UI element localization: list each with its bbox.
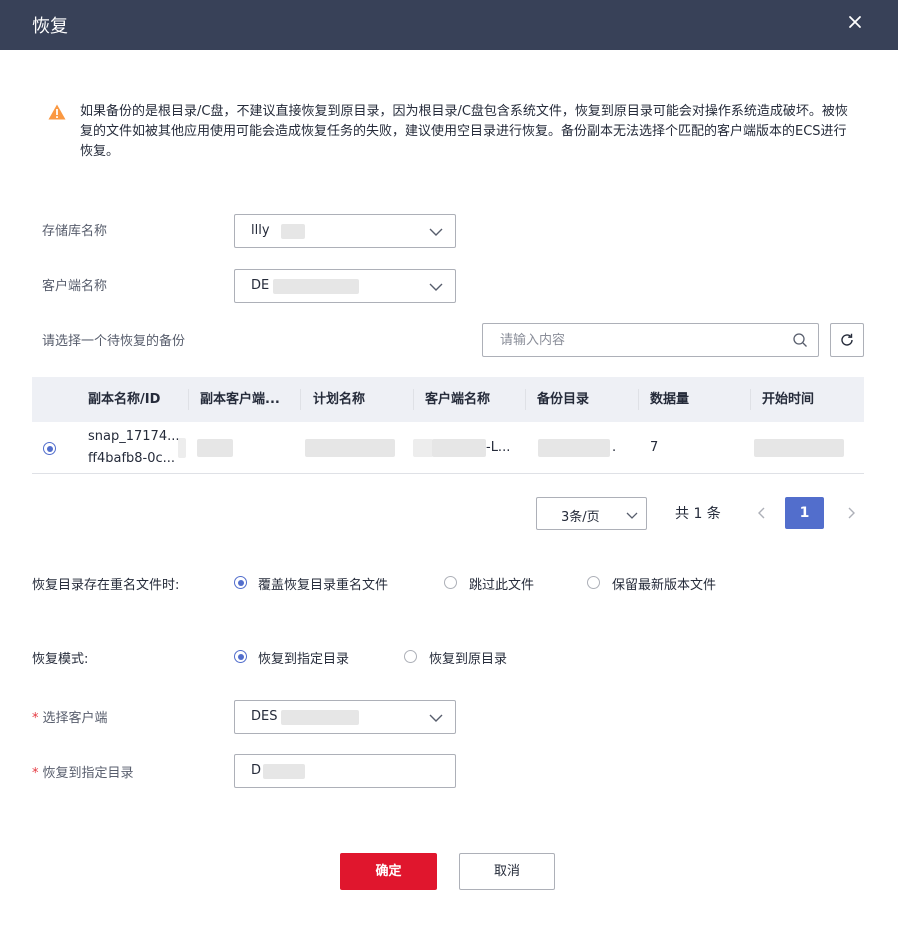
- table-header: 副本名称/ID 副本客户端... 计划名称 客户端名称 备份目录 数据量 开始时…: [32, 377, 864, 422]
- client-label: 客户端名称: [42, 279, 108, 294]
- cancel-button[interactable]: 取消: [459, 853, 555, 890]
- search-box: [482, 323, 819, 357]
- target-client-label: * 选择客户端: [32, 707, 108, 726]
- redacted-mask: [281, 224, 305, 239]
- column-header: 备份目录: [537, 392, 590, 407]
- warning-icon: [48, 104, 66, 120]
- row-radio[interactable]: [43, 442, 56, 455]
- conflict-skip-option[interactable]: 跳过此文件: [469, 574, 534, 593]
- redacted-mask: [273, 279, 359, 294]
- search-icon[interactable]: [792, 332, 808, 348]
- warning-text: 如果备份的是根目录/C盘，不建议直接恢复到原目录，因为根目录/C盘包含系统文件，…: [80, 104, 848, 159]
- target-dir-label-text: 恢复到指定目录: [42, 766, 134, 781]
- mode-original-radio[interactable]: [404, 650, 417, 663]
- backup-dir-cell: .: [612, 440, 617, 455]
- dialog-title: 恢复: [32, 16, 68, 37]
- refresh-icon: [841, 333, 853, 346]
- mode-label: 恢复模式:: [32, 652, 89, 667]
- chevron-down-icon: [429, 226, 443, 236]
- table-row[interactable]: snap_17174... ff4bafb8-0c... -L... . 7: [32, 422, 864, 474]
- mode-original-option[interactable]: 恢复到原目录: [429, 648, 507, 667]
- chevron-down-icon: [429, 712, 443, 722]
- chevron-left-icon[interactable]: [756, 506, 768, 524]
- client-name-cell: -L...: [486, 440, 511, 455]
- conflict-keep-latest-radio[interactable]: [587, 576, 600, 589]
- target-client-value: DES: [251, 709, 278, 724]
- target-client-label-text: 选择客户端: [42, 711, 108, 726]
- redacted-mask: [432, 439, 486, 457]
- column-header: 副本名称/ID: [88, 392, 161, 407]
- refresh-button[interactable]: [830, 323, 864, 357]
- mode-specified-option[interactable]: 恢复到指定目录: [258, 648, 349, 667]
- backup-select-label: 请选择一个待恢复的备份: [42, 334, 186, 349]
- column-header: 开始时间: [762, 392, 815, 407]
- replica-id: ff4bafb8-0c...: [88, 451, 176, 466]
- chevron-down-icon: [626, 509, 638, 524]
- confirm-button[interactable]: 确定: [340, 853, 437, 890]
- conflict-label: 恢复目录存在重名文件时:: [32, 578, 180, 593]
- mode-specified-radio[interactable]: [234, 650, 247, 663]
- column-header: 数据量: [650, 392, 690, 407]
- redacted-mask: [754, 439, 844, 457]
- dialog-header: 恢复: [0, 0, 898, 50]
- column-header: 客户端名称: [425, 392, 491, 407]
- required-mark: *: [32, 711, 39, 726]
- data-size-cell: 7: [650, 440, 659, 455]
- redacted-mask: [413, 439, 433, 457]
- total-count: 共 1 条: [675, 506, 721, 522]
- conflict-overwrite-option[interactable]: 覆盖恢复目录重名文件: [258, 574, 388, 593]
- conflict-overwrite-radio[interactable]: [234, 576, 247, 589]
- close-icon[interactable]: [844, 11, 866, 33]
- page-size-value: 3条/页: [561, 510, 600, 525]
- client-select[interactable]: DE: [234, 269, 456, 303]
- redacted-mask: [281, 710, 359, 725]
- chevron-down-icon: [429, 281, 443, 291]
- client-select-value: DE: [251, 278, 270, 293]
- vault-select-value: llly: [251, 223, 270, 238]
- redacted-mask: [263, 764, 305, 779]
- redacted-mask: [305, 439, 395, 457]
- vault-select[interactable]: llly: [234, 214, 456, 248]
- target-dir-label: * 恢复到指定目录: [32, 762, 134, 781]
- target-dir-value: D: [251, 763, 262, 778]
- target-dir-input[interactable]: D: [234, 754, 456, 788]
- replica-name: snap_17174...: [88, 429, 180, 444]
- conflict-skip-radio[interactable]: [444, 576, 457, 589]
- conflict-keep-latest-option[interactable]: 保留最新版本文件: [612, 574, 716, 593]
- page-size-select[interactable]: 3条/页: [536, 497, 647, 530]
- column-header: 计划名称: [313, 392, 366, 407]
- redacted-mask: [178, 438, 186, 458]
- chevron-right-icon[interactable]: [845, 506, 857, 524]
- search-input[interactable]: [484, 325, 774, 355]
- redacted-mask: [538, 439, 610, 457]
- vault-label: 存储库名称: [42, 224, 108, 239]
- column-header: 副本客户端...: [200, 392, 280, 407]
- page-current[interactable]: 1: [785, 497, 824, 529]
- redacted-mask: [197, 439, 233, 457]
- target-client-select[interactable]: DES: [234, 700, 456, 734]
- required-mark: *: [32, 766, 39, 781]
